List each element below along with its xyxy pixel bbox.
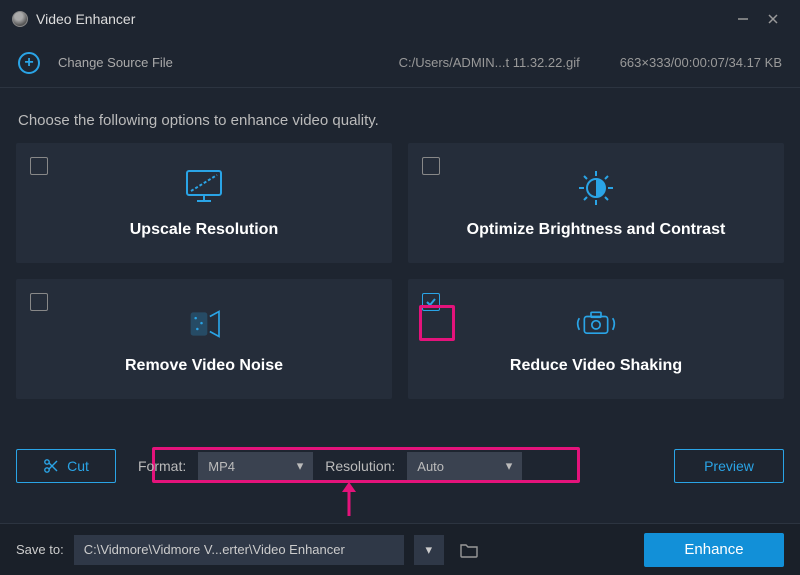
resolution-value: Auto bbox=[417, 459, 444, 474]
chevron-down-icon: ▾ bbox=[297, 458, 304, 474]
cut-label: Cut bbox=[67, 458, 89, 474]
preview-button[interactable]: Preview bbox=[674, 449, 784, 483]
source-row: + Change Source File C:/Users/ADMIN...t … bbox=[0, 38, 800, 88]
format-label: Format: bbox=[138, 458, 186, 474]
card-title-upscale: Upscale Resolution bbox=[130, 221, 278, 239]
preview-label: Preview bbox=[704, 458, 754, 474]
format-select[interactable]: MP4 ▾ bbox=[198, 452, 313, 480]
enhance-button[interactable]: Enhance bbox=[644, 533, 784, 567]
resolution-label: Resolution: bbox=[325, 458, 395, 474]
chevron-down-icon: ▾ bbox=[506, 458, 513, 474]
folder-icon bbox=[460, 542, 478, 558]
card-brightness-contrast[interactable]: Optimize Brightness and Contrast bbox=[408, 143, 784, 263]
format-controls: Format: MP4 ▾ Resolution: Auto ▾ bbox=[128, 449, 532, 483]
titlebar: Video Enhancer bbox=[0, 0, 800, 38]
bottom-controls: Cut Format: MP4 ▾ Resolution: Auto ▾ Pre… bbox=[0, 446, 800, 486]
upscale-icon bbox=[179, 167, 229, 209]
resolution-select[interactable]: Auto ▾ bbox=[407, 452, 522, 480]
checkbox-shaking[interactable] bbox=[422, 293, 440, 311]
card-title-shaking: Reduce Video Shaking bbox=[510, 357, 682, 375]
card-reduce-shaking[interactable]: Reduce Video Shaking bbox=[408, 279, 784, 399]
format-value: MP4 bbox=[208, 459, 235, 474]
instruction-text: Choose the following options to enhance … bbox=[0, 88, 800, 143]
scissors-icon bbox=[43, 458, 59, 474]
card-remove-noise[interactable]: Remove Video Noise bbox=[16, 279, 392, 399]
card-upscale-resolution[interactable]: Upscale Resolution bbox=[16, 143, 392, 263]
open-folder-button[interactable] bbox=[454, 535, 484, 565]
source-path: C:/Users/ADMIN...t 11.32.22.gif bbox=[399, 55, 580, 70]
save-path-text: C:\Vidmore\Vidmore V...erter\Video Enhan… bbox=[84, 542, 345, 557]
checkbox-noise[interactable] bbox=[30, 293, 48, 311]
card-title-brightness: Optimize Brightness and Contrast bbox=[467, 221, 726, 239]
cut-button[interactable]: Cut bbox=[16, 449, 116, 483]
save-path-dropdown[interactable]: ▾ bbox=[414, 535, 444, 565]
minimize-button[interactable] bbox=[728, 4, 758, 34]
chevron-down-icon: ▾ bbox=[425, 542, 432, 558]
shaking-icon bbox=[571, 303, 621, 345]
noise-icon bbox=[179, 303, 229, 345]
footer: Save to: C:\Vidmore\Vidmore V...erter\Vi… bbox=[0, 523, 800, 575]
checkbox-upscale[interactable] bbox=[30, 157, 48, 175]
close-button[interactable] bbox=[758, 4, 788, 34]
option-cards: Upscale Resolution Optimize Brightness a… bbox=[0, 143, 800, 399]
card-title-noise: Remove Video Noise bbox=[125, 357, 283, 375]
annotation-arrow bbox=[338, 482, 360, 516]
checkbox-brightness[interactable] bbox=[422, 157, 440, 175]
source-meta: 663×333/00:00:07/34.17 KB bbox=[620, 55, 782, 70]
app-icon bbox=[12, 11, 28, 27]
change-source-link[interactable]: Change Source File bbox=[58, 55, 173, 70]
save-path-field[interactable]: C:\Vidmore\Vidmore V...erter\Video Enhan… bbox=[74, 535, 404, 565]
enhance-label: Enhance bbox=[684, 541, 743, 558]
app-title: Video Enhancer bbox=[36, 11, 135, 27]
save-to-label: Save to: bbox=[16, 542, 64, 557]
brightness-icon bbox=[571, 167, 621, 209]
add-source-icon[interactable]: + bbox=[18, 52, 40, 74]
